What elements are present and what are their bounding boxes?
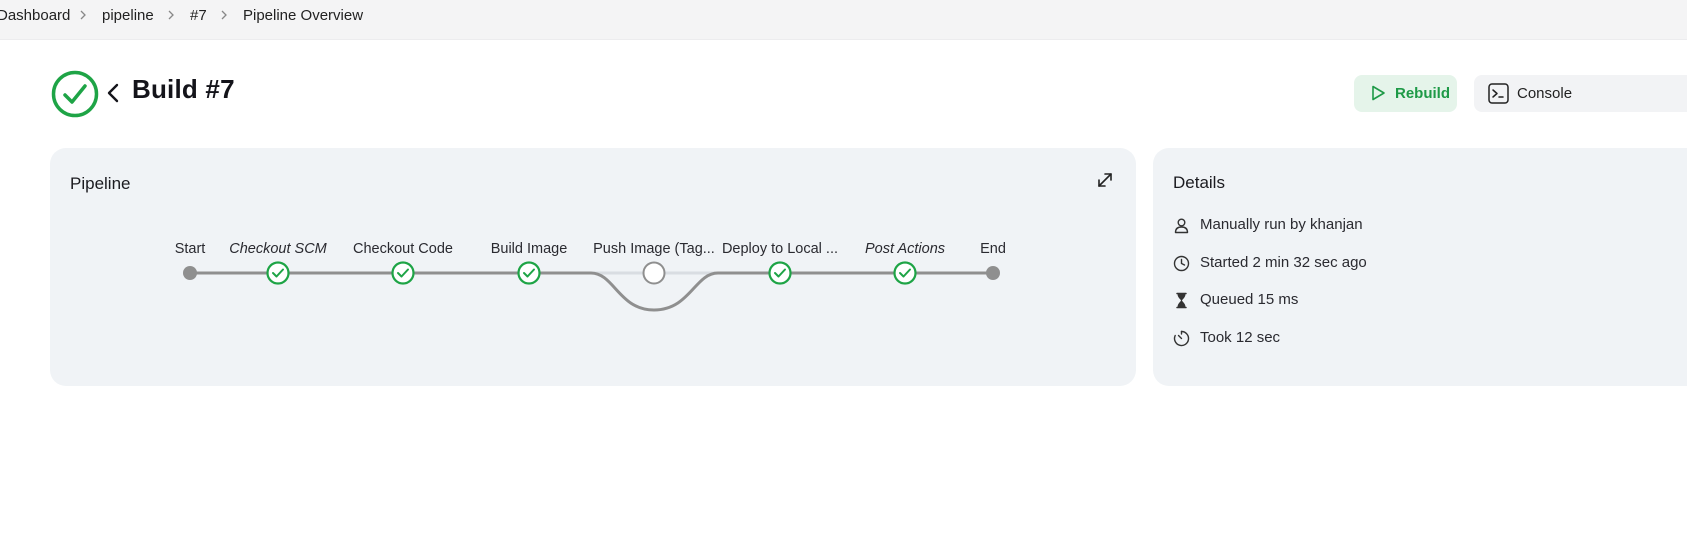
stage-node-success[interactable]: [517, 261, 541, 285]
stage-label: Checkout Code: [353, 241, 453, 257]
stage-label: Build Image: [491, 241, 568, 257]
stage-node-success[interactable]: [266, 261, 290, 285]
success-check-icon: [266, 261, 290, 285]
play-icon: [1372, 85, 1385, 101]
start-node: [183, 266, 197, 280]
chevron-right-icon: [80, 10, 86, 20]
pipeline-graph: Start Checkout SCM Checkout Code Build Imag…: [175, 241, 1006, 312]
hourglass-icon: [1176, 292, 1187, 309]
page-title: Build #7: [132, 74, 235, 104]
success-check-icon: [517, 261, 541, 285]
console-label: Console: [1517, 85, 1573, 102]
console-button[interactable]: Console: [1474, 75, 1687, 112]
stage-label: Post Actions: [865, 241, 945, 257]
timer-icon: [1173, 330, 1190, 347]
chevron-right-icon: [168, 10, 174, 20]
breadcrumb-item-pipeline[interactable]: pipeline: [102, 7, 154, 24]
detail-text: Manually run by khanjan: [1200, 216, 1363, 233]
success-status-icon: [51, 70, 99, 118]
details-title: Details: [1173, 173, 1225, 192]
stage-label: End: [980, 241, 1006, 257]
end-node: [986, 266, 1000, 280]
pipeline-card: Pipeline Start Checkout SCM Checkout Code B…: [50, 148, 1136, 386]
success-check-icon: [391, 261, 415, 285]
breadcrumb-item-pipeline-overview[interactable]: Pipeline Overview: [243, 7, 363, 24]
clock-icon: [1173, 255, 1190, 272]
detail-text: Started 2 min 32 sec ago: [1200, 254, 1367, 271]
stage-label: Push Image (Tag...: [593, 241, 715, 257]
success-check-icon: [768, 261, 792, 285]
breadcrumb: Dashboard pipeline #7 Pipeline Overview: [0, 0, 1687, 40]
detail-text: Queued 15 ms: [1200, 291, 1299, 308]
rebuild-label: Rebuild: [1395, 85, 1450, 102]
stage-node-success[interactable]: [391, 261, 415, 285]
stage-node-success[interactable]: [893, 261, 917, 285]
terminal-icon: [1488, 83, 1509, 104]
chevron-right-icon: [221, 10, 227, 20]
breadcrumb-item-build[interactable]: #7: [190, 7, 207, 24]
details-card: Details Manually run by khanjan Started …: [1153, 148, 1687, 386]
user-icon: [1174, 218, 1189, 234]
stage-label: Start: [175, 241, 206, 257]
stage-label: Deploy to Local ...: [722, 241, 838, 257]
breadcrumb-item-dashboard[interactable]: Dashboard: [0, 7, 70, 24]
rebuild-button[interactable]: Rebuild: [1354, 75, 1457, 112]
back-arrow-icon[interactable]: [104, 81, 122, 105]
detail-text: Took 12 sec: [1200, 329, 1281, 346]
stage-label: Checkout SCM: [229, 241, 327, 257]
stage-node-success[interactable]: [768, 261, 792, 285]
success-check-icon: [893, 261, 917, 285]
stage-node-skipped[interactable]: [642, 261, 666, 285]
